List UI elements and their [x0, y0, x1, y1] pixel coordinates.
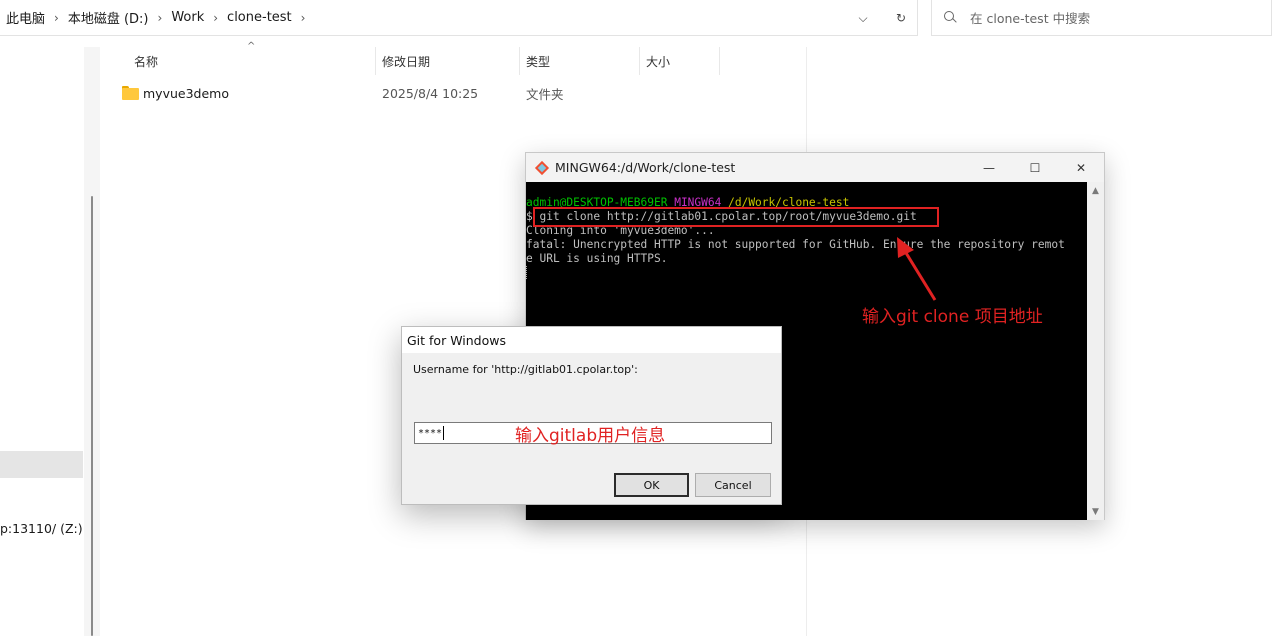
scroll-up-icon[interactable]: ▲ [1087, 182, 1104, 199]
close-icon[interactable]: ✕ [1058, 153, 1104, 182]
breadcrumb-this-pc[interactable]: 此电脑 [6, 8, 45, 27]
column-divider[interactable] [719, 47, 720, 75]
nav-scrollbar-thumb[interactable] [91, 196, 93, 636]
breadcrumb-separator-icon[interactable]: › [301, 11, 306, 25]
column-header-name[interactable]: 名称 [134, 47, 158, 75]
terminal-line: e URL is using HTTPS. [526, 252, 668, 265]
file-name: myvue3demo [143, 85, 229, 101]
terminal-line: fatal: Unencrypted HTTP is not supported… [526, 238, 1065, 251]
column-header-type[interactable]: 类型 [526, 47, 550, 75]
title-bar[interactable]: MINGW64:/d/Work/clone-test — ☐ ✕ [526, 153, 1104, 182]
breadcrumb-separator-icon[interactable]: › [158, 11, 163, 25]
credential-dialog[interactable]: Git for Windows Username for 'http://git… [401, 326, 782, 505]
breadcrumb-work[interactable]: Work [171, 10, 204, 25]
annotation-clone-hint: 输入git clone 项目地址 [862, 307, 1043, 327]
nav-item-selected[interactable] [0, 451, 83, 478]
navigation-pane[interactable]: p:13110/ (Z:) [0, 47, 90, 636]
search-input[interactable]: 在 clone-test 中搜索 [931, 0, 1272, 36]
table-row[interactable]: myvue3demo 2025/8/4 10:25 文件夹 [100, 81, 800, 105]
minimize-icon[interactable]: — [966, 153, 1012, 182]
window-title: MINGW64:/d/Work/clone-test [555, 160, 736, 175]
breadcrumb-local-disk[interactable]: 本地磁盘 (D:) [68, 8, 149, 27]
username-input-value: **** [418, 427, 443, 439]
nav-item-network-drive[interactable]: p:13110/ (Z:) [0, 521, 83, 536]
file-type: 文件夹 [526, 86, 564, 102]
breadcrumb-separator-icon[interactable]: › [54, 11, 59, 25]
breadcrumb-clone-test[interactable]: clone-test [227, 10, 292, 25]
text-caret [443, 426, 445, 440]
sort-ascending-icon: ^ [247, 41, 256, 52]
file-modified: 2025/8/4 10:25 [382, 85, 479, 101]
prompt-symbol: $ [526, 210, 533, 223]
column-header-modified[interactable]: 修改日期 [382, 47, 430, 75]
search-placeholder: 在 clone-test 中搜索 [970, 11, 1091, 26]
breadcrumb-separator-icon[interactable]: › [213, 11, 218, 25]
search-icon [944, 10, 958, 25]
chevron-down-icon[interactable]: ⌵ [855, 11, 871, 26]
column-divider[interactable] [519, 47, 520, 75]
maximize-icon[interactable]: ☐ [1012, 153, 1058, 182]
dialog-title[interactable]: Git for Windows [402, 327, 781, 353]
scroll-down-icon[interactable]: ▼ [1087, 503, 1104, 520]
address-bar[interactable]: 此电脑 › 本地磁盘 (D:) › Work › clone-test › ⌵ … [0, 0, 918, 36]
highlight-box-command [533, 207, 939, 227]
breadcrumb: 此电脑 › 本地磁盘 (D:) › Work › clone-test › [0, 0, 314, 35]
username-prompt-label: Username for 'http://gitlab01.cpolar.top… [413, 363, 638, 376]
folder-icon [122, 86, 139, 100]
terminal-scrollbar[interactable]: ▲ ▼ [1087, 182, 1104, 520]
column-divider[interactable] [639, 47, 640, 75]
ok-button[interactable]: OK [614, 473, 689, 497]
annotation-credential-hint: 输入gitlab用户信息 [515, 426, 666, 446]
cancel-button[interactable]: Cancel [695, 473, 771, 497]
column-header-size[interactable]: 大小 [646, 47, 670, 75]
git-logo-icon [534, 160, 550, 175]
column-divider[interactable] [375, 47, 376, 75]
refresh-icon[interactable]: ↻ [893, 11, 909, 25]
terminal-cursor [526, 266, 533, 279]
